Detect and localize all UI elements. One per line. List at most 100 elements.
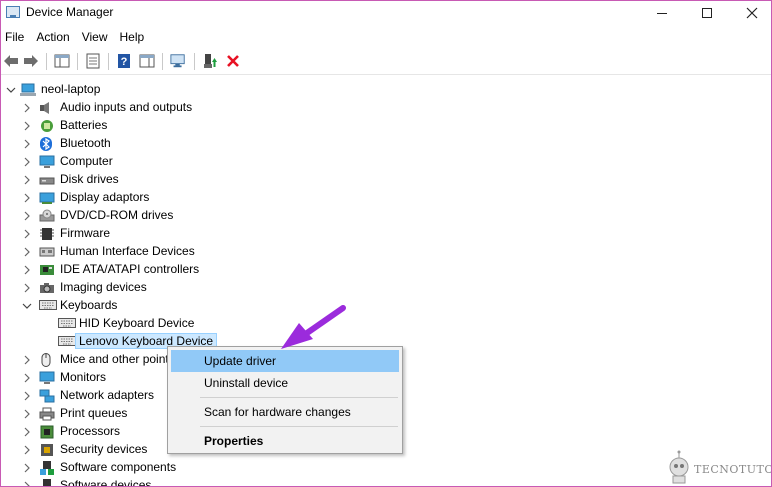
show-hide-console-tree-icon: [54, 54, 70, 68]
tree-category-label: Firmware: [60, 226, 110, 240]
title-bar: Device Manager: [1, 1, 771, 25]
chevron-down-icon[interactable]: [6, 85, 16, 95]
minimize-icon: [657, 12, 667, 14]
tree-category-label: Imaging devices: [60, 280, 147, 294]
tree-category-keyboards[interactable]: Keyboards: [1, 297, 221, 315]
tree-category-display-adaptors[interactable]: Display adaptors: [1, 189, 221, 207]
tree-category-label: Audio inputs and outputs: [60, 100, 193, 114]
tree-root-label: neol-laptop: [41, 82, 101, 96]
help-button[interactable]: ?: [116, 53, 132, 69]
tree-category-label: Software components: [60, 460, 177, 474]
tree-item-hid-keyboard[interactable]: HID Keyboard Device: [1, 315, 221, 333]
chevron-right-icon[interactable]: [22, 409, 32, 419]
toolbar-separator: [46, 53, 47, 70]
display-adapter-icon: [39, 191, 55, 205]
chevron-right-icon[interactable]: [22, 193, 32, 203]
arrow-pointer-icon: [281, 305, 346, 349]
maximize-button[interactable]: [684, 1, 730, 25]
chevron-right-icon[interactable]: [22, 463, 32, 473]
dvd-icon: [39, 209, 55, 223]
tree-category-ide-ata-atapi-controllers[interactable]: IDE ATA/ATAPI controllers: [1, 261, 221, 279]
action-pane-icon: [139, 54, 155, 68]
uninstall-device-button[interactable]: [225, 53, 241, 69]
tree-category-label: Monitors: [60, 370, 107, 384]
context-separator: [200, 397, 398, 398]
menu-view[interactable]: View: [76, 27, 114, 47]
tree-category-imaging-devices[interactable]: Imaging devices: [1, 279, 221, 297]
update-driver-button[interactable]: [202, 53, 218, 69]
menu-help[interactable]: Help: [114, 27, 151, 47]
tree-item-label: HID Keyboard Device: [79, 316, 195, 330]
context-properties[interactable]: Properties: [171, 430, 399, 452]
tree-category-label: Disk drives: [60, 172, 119, 186]
chevron-right-icon[interactable]: [22, 481, 32, 486]
toolbar-separator: [162, 53, 163, 70]
chevron-right-icon[interactable]: [22, 139, 32, 149]
security-device-icon: [39, 443, 55, 457]
tree-category-label: Security devices: [60, 442, 148, 456]
chevron-right-icon[interactable]: [22, 211, 32, 221]
chevron-right-icon[interactable]: [22, 283, 32, 293]
action-pane-button[interactable]: [139, 53, 155, 69]
chevron-right-icon[interactable]: [22, 427, 32, 437]
chevron-right-icon[interactable]: [22, 229, 32, 239]
chevron-right-icon[interactable]: [22, 103, 32, 113]
tree-category-software-devices[interactable]: Software devices: [1, 477, 221, 486]
tree-category-label: IDE ATA/ATAPI controllers: [60, 262, 200, 276]
chevron-right-icon[interactable]: [22, 157, 32, 167]
menu-file[interactable]: File: [1, 27, 30, 47]
chevron-right-icon[interactable]: [22, 445, 32, 455]
show-hide-console-tree-button[interactable]: [54, 53, 70, 69]
network-adapter-icon: [39, 389, 55, 403]
bluetooth-icon: [39, 137, 55, 151]
tree-category-computer[interactable]: Computer: [1, 153, 221, 171]
svg-text:?: ?: [121, 56, 128, 68]
camera-icon: [39, 281, 55, 295]
keyboard-icon: [39, 299, 57, 313]
tree-category-human-interface-devices[interactable]: Human Interface Devices: [1, 243, 221, 261]
menu-action[interactable]: Action: [30, 27, 75, 47]
chevron-right-icon[interactable]: [22, 355, 32, 365]
disk-drive-icon: [39, 173, 55, 187]
chevron-down-icon[interactable]: [22, 301, 32, 311]
chevron-right-icon[interactable]: [22, 391, 32, 401]
keyboard-icon: [58, 317, 76, 331]
tree-category-dvd-cd-rom-drives[interactable]: DVD/CD-ROM drives: [1, 207, 221, 225]
back-button[interactable]: [3, 53, 19, 69]
tree-category-label: Computer: [60, 154, 113, 168]
chevron-right-icon[interactable]: [22, 247, 32, 257]
keyboard-icon: [58, 335, 76, 349]
chevron-right-icon[interactable]: [22, 373, 32, 383]
context-scan-hardware[interactable]: Scan for hardware changes: [171, 401, 399, 423]
close-icon: [746, 7, 758, 19]
properties-button[interactable]: [85, 53, 101, 69]
tree-category-bluetooth[interactable]: Bluetooth: [1, 135, 221, 153]
tree-category-label: Batteries: [60, 118, 108, 132]
tree-category-firmware[interactable]: Firmware: [1, 225, 221, 243]
maximize-icon: [702, 8, 712, 18]
software-device-icon: [39, 479, 55, 486]
toolbar-separator: [108, 53, 109, 70]
minimize-button[interactable]: [639, 1, 685, 25]
tree-category-label: Bluetooth: [60, 136, 111, 150]
watermark-text: TECNOTUTO: [694, 463, 772, 476]
scan-hardware-button[interactable]: [170, 53, 186, 69]
tree-root[interactable]: neol-laptop: [1, 81, 201, 99]
chevron-right-icon[interactable]: [22, 121, 32, 131]
mouse-icon: [39, 353, 55, 367]
speaker-icon: [39, 101, 55, 115]
ide-controller-icon: [39, 263, 55, 277]
tree-category-batteries[interactable]: Batteries: [1, 117, 221, 135]
printer-icon: [39, 407, 55, 421]
context-uninstall-device[interactable]: Uninstall device: [171, 372, 399, 394]
chevron-right-icon[interactable]: [22, 175, 32, 185]
forward-button[interactable]: [23, 53, 39, 69]
menu-bar: File Action View Help: [1, 27, 771, 47]
close-button[interactable]: [729, 1, 771, 25]
device-manager-app-icon: [6, 6, 20, 18]
toolbar: ?: [1, 49, 771, 75]
tree-category-disk-drives[interactable]: Disk drives: [1, 171, 221, 189]
chevron-right-icon[interactable]: [22, 265, 32, 275]
tree-category-software-components[interactable]: Software components: [1, 459, 221, 477]
tree-category-audio-inputs-and-outputs[interactable]: Audio inputs and outputs: [1, 99, 221, 117]
